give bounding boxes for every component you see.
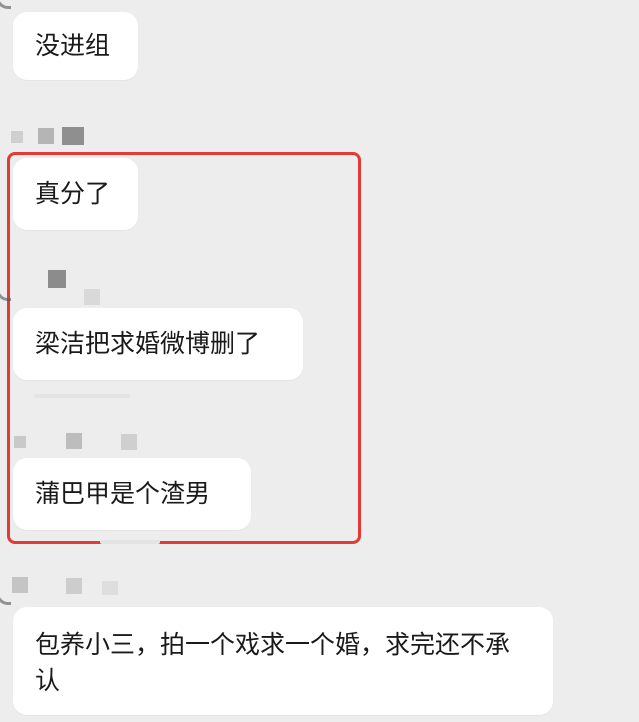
message-bubble[interactable]: 没进组 [13, 12, 138, 80]
divider [100, 540, 160, 544]
message-text: 蒲巴甲是个渣男 [35, 479, 211, 508]
message-bubble[interactable]: 蒲巴甲是个渣男 [13, 458, 251, 530]
avatar-edge [0, 0, 11, 9]
message-bubble[interactable]: 梁洁把求婚微博删了 [13, 308, 303, 380]
message-bubble[interactable]: 真分了 [13, 158, 138, 230]
avatar-edge [0, 286, 11, 301]
avatar-edge [0, 590, 11, 605]
divider [34, 394, 130, 398]
message-text: 没进组 [35, 31, 111, 60]
message-text: 梁洁把求婚微博删了 [35, 329, 261, 358]
message-bubble[interactable]: 包养小三，拍一个戏求一个婚，求完还不承认 [13, 607, 553, 715]
message-text: 真分了 [35, 179, 111, 208]
message-text: 包养小三，拍一个戏求一个婚，求完还不承认 [35, 630, 511, 695]
